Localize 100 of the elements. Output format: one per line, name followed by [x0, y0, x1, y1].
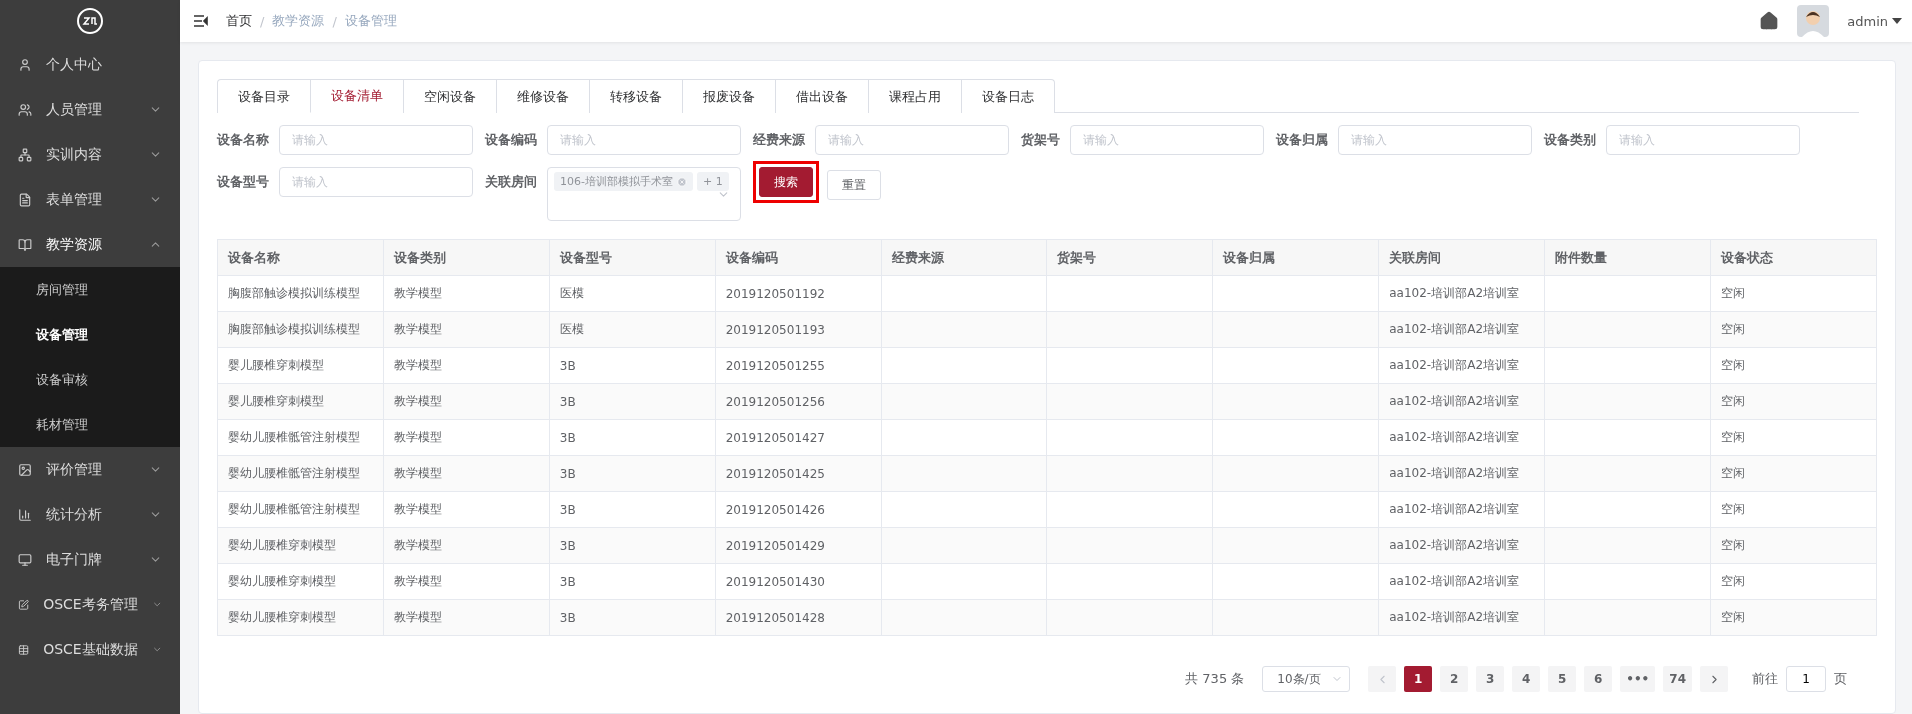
table-cell: 3B	[549, 419, 716, 456]
menu-item[interactable]: 统计分析	[0, 492, 180, 537]
table-cell: 教学模型	[383, 455, 550, 492]
table-cell: 空闲	[1710, 527, 1877, 564]
selected-tag: + 1	[696, 172, 729, 191]
tab[interactable]: 设备日志	[961, 79, 1055, 113]
table-cell: 婴幼儿腰椎骶管注射模型	[217, 491, 384, 528]
menu-item[interactable]: 教学资源	[0, 222, 180, 267]
tab[interactable]: 转移设备	[589, 79, 682, 113]
table-cell: aa102-培训部A2培训室	[1378, 599, 1545, 636]
text-field[interactable]: 请输入	[1606, 125, 1800, 155]
table-cell: 2019120501428	[715, 599, 882, 636]
table-cell: aa102-培训部A2培训室	[1378, 419, 1545, 456]
tab[interactable]: 设备目录	[217, 79, 310, 113]
page-button[interactable]: 1	[1404, 666, 1433, 692]
table-cell: aa102-培训部A2培训室	[1378, 455, 1545, 492]
page-button[interactable]: 74	[1663, 666, 1692, 692]
page-button[interactable]: 5	[1548, 666, 1577, 692]
table-cell: 2019120501193	[715, 311, 882, 348]
table-cell: 空闲	[1710, 383, 1877, 420]
menu-item[interactable]: OSCE基础数据	[0, 627, 180, 672]
table-cell: 3B	[549, 599, 716, 636]
page-button[interactable]: 4	[1512, 666, 1541, 692]
menu-item[interactable]: 实训内容	[0, 132, 180, 177]
field-label: 设备名称	[217, 131, 269, 149]
user-icon	[18, 57, 32, 72]
breadcrumb-item[interactable]: 首页	[226, 12, 252, 30]
page-unit: 页	[1834, 670, 1847, 688]
page-button[interactable]: 6	[1584, 666, 1613, 692]
tab[interactable]: 维修设备	[496, 79, 589, 113]
text-field[interactable]: 请输入	[1338, 125, 1532, 155]
submenu-item[interactable]: 设备管理	[0, 312, 180, 357]
field-label: 关联房间	[485, 173, 537, 191]
field-label: 经费来源	[753, 131, 805, 149]
menu-item[interactable]: 评价管理	[0, 447, 180, 492]
page-button[interactable]: 3	[1476, 666, 1505, 692]
column-header: 设备归属	[1212, 239, 1379, 276]
menu-icon[interactable]	[194, 15, 208, 27]
table-cell: 教学模型	[383, 311, 550, 348]
tab[interactable]: 报废设备	[682, 79, 775, 113]
menu-item[interactable]: 人员管理	[0, 87, 180, 132]
submenu-item[interactable]: 房间管理	[0, 267, 180, 312]
table-cell: 2019120501427	[715, 419, 882, 456]
table-cell: 空闲	[1710, 275, 1877, 312]
table-cell: 3B	[549, 527, 716, 564]
table-cell: 教学模型	[383, 599, 550, 636]
table-cell: aa102-培训部A2培训室	[1378, 275, 1545, 312]
table-cell: 婴儿腰椎穿刺模型	[217, 383, 384, 420]
table-icon	[18, 642, 30, 657]
text-field[interactable]: 请输入	[547, 125, 741, 155]
search-button[interactable]: 搜索	[759, 167, 813, 197]
document-icon	[18, 192, 32, 207]
tab[interactable]: 空闲设备	[403, 79, 496, 113]
column-header: 设备编码	[715, 239, 882, 276]
submenu-item[interactable]: 设备审核	[0, 357, 180, 402]
table-cell: 2019120501425	[715, 455, 882, 492]
table-cell: 婴幼儿腰椎穿刺模型	[217, 563, 384, 600]
table-cell: 婴儿腰椎穿刺模型	[217, 347, 384, 384]
table-cell: 婴幼儿腰椎骶管注射模型	[217, 419, 384, 456]
table-cell: aa102-培训部A2培训室	[1378, 527, 1545, 564]
table-cell: aa102-培训部A2培训室	[1378, 491, 1545, 528]
table-cell: 空闲	[1710, 311, 1877, 348]
menu-item[interactable]: 表单管理	[0, 177, 180, 222]
text-field[interactable]: 请输入	[1070, 125, 1264, 155]
goto-field[interactable]: 1	[1786, 666, 1826, 692]
home-icon[interactable]	[1759, 11, 1780, 31]
menu-item[interactable]: 电子门牌	[0, 537, 180, 582]
users-icon	[18, 102, 32, 117]
reset-button[interactable]: 重置	[827, 170, 881, 200]
table-cell: aa102-培训部A2培训室	[1378, 347, 1545, 384]
table-cell: aa102-培训部A2培训室	[1378, 563, 1545, 600]
submenu-item[interactable]: 耗材管理	[0, 402, 180, 447]
table-cell: 空闲	[1710, 599, 1877, 636]
page-button[interactable]: •••	[1620, 666, 1656, 692]
table-cell: 教学模型	[383, 563, 550, 600]
table-cell: aa102-培训部A2培训室	[1378, 311, 1545, 348]
table-cell: 2019120501426	[715, 491, 882, 528]
avatar[interactable]	[1797, 5, 1830, 37]
table-cell: 婴幼儿腰椎穿刺模型	[217, 599, 384, 636]
column-header: 设备类别	[383, 239, 550, 276]
table-cell: 婴幼儿腰椎骶管注射模型	[217, 455, 384, 492]
table-cell: 空闲	[1710, 455, 1877, 492]
field-label: 设备型号	[217, 173, 269, 191]
text-field[interactable]: 请输入	[279, 125, 473, 155]
text-field[interactable]: 请输入	[815, 125, 1009, 155]
page-button[interactable]: 2	[1440, 666, 1469, 692]
tab[interactable]: 课程占用	[868, 79, 961, 113]
text-field[interactable]: 请输入	[279, 167, 473, 197]
column-header: 货架号	[1046, 239, 1213, 276]
table-cell: 教学模型	[383, 275, 550, 312]
page-size-select[interactable]: 10条/页	[1262, 666, 1351, 692]
tab[interactable]: 借出设备	[775, 79, 868, 113]
caret-down-icon[interactable]	[1892, 18, 1902, 24]
menu-item[interactable]: 个人中心	[0, 42, 180, 87]
menu-item[interactable]: OSCE考务管理	[0, 582, 180, 627]
logo-icon	[76, 7, 104, 35]
table-cell: 空闲	[1710, 563, 1877, 600]
user-name[interactable]: admin	[1847, 13, 1888, 29]
field-label: 设备类别	[1544, 131, 1596, 149]
tab[interactable]: 设备清单	[310, 79, 403, 113]
